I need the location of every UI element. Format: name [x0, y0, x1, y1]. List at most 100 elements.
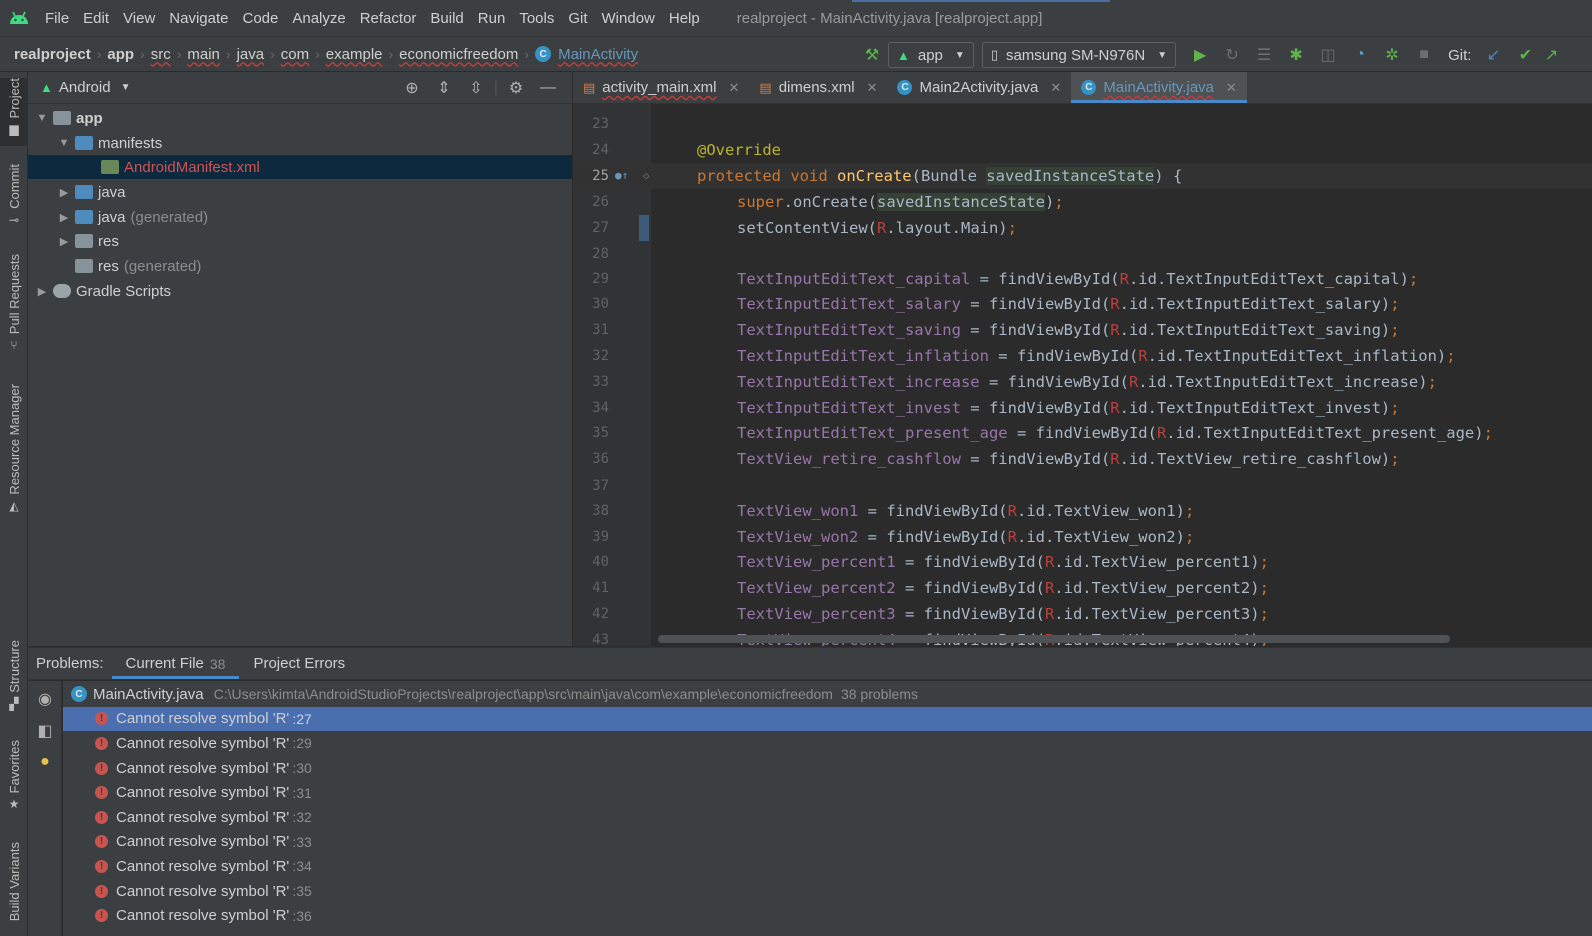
menu-file[interactable]: File	[38, 10, 76, 27]
lightbulb-icon[interactable]: ●	[28, 753, 62, 771]
problem-row[interactable]: ! Cannot resolve symbol 'R':34	[63, 854, 1592, 879]
fold-marker-icon[interactable]: ◇	[643, 169, 650, 182]
run-play-icon[interactable]: ▶	[1184, 37, 1216, 73]
problem-row[interactable]: ! Cannot resolve symbol 'R':29	[63, 731, 1592, 756]
menu-help[interactable]: Help	[662, 10, 707, 27]
apply-code-changes-icon[interactable]: ☰	[1248, 37, 1280, 73]
code-token: )	[1436, 347, 1447, 366]
chevron-right-icon[interactable]: ▶	[34, 285, 50, 298]
breadcrumb-src[interactable]: src	[147, 46, 175, 63]
tree-item-app[interactable]: ▼ app	[28, 106, 572, 130]
close-icon[interactable]: ✕	[1226, 80, 1237, 96]
tab-mainactivity-java[interactable]: C MainActivity.java ✕	[1071, 72, 1247, 103]
expand-all-icon[interactable]: ⇕	[428, 78, 460, 98]
git-update-icon[interactable]: ↙	[1477, 37, 1509, 73]
tree-item-res-generated[interactable]: res (generated)	[28, 254, 572, 278]
chevron-down-icon[interactable]: ▼	[56, 137, 72, 149]
eye-icon[interactable]: ◉	[28, 689, 62, 709]
device-select[interactable]: ▯ samsung SM-N976N ▼	[981, 42, 1177, 68]
unresolved-symbol: R	[1156, 424, 1167, 443]
git-commit-check-icon[interactable]: ✔	[1509, 37, 1541, 73]
tab-dimens-xml[interactable]: ▤ dimens.xml ✕	[749, 72, 887, 103]
tree-item-java-generated[interactable]: ▶ java (generated)	[28, 205, 572, 229]
breadcrumb-module[interactable]: app	[103, 46, 138, 63]
tool-tab-structure[interactable]: Structure ▞	[0, 640, 28, 720]
tree-item-androidmanifest[interactable]: AndroidManifest.xml	[28, 155, 572, 179]
close-icon[interactable]: ✕	[1050, 80, 1061, 96]
hammer-build-icon[interactable]: ⚒	[856, 37, 888, 73]
tool-tab-project[interactable]: Project ▆	[0, 78, 28, 146]
problem-row[interactable]: ! Cannot resolve symbol 'R':36	[63, 903, 1592, 928]
parameter: savedInstanceState	[986, 166, 1155, 185]
problems-tab-bar: Problems: Current File 38 Project Errors	[28, 647, 1592, 680]
attach-debugger-icon[interactable]: ✲	[1376, 37, 1408, 73]
preview-panel-icon[interactable]: ◧	[28, 721, 62, 741]
menu-edit[interactable]: Edit	[76, 10, 116, 27]
override-marker-icon[interactable]: ●↑	[615, 169, 628, 182]
tree-item-res[interactable]: ▶ res	[28, 229, 572, 253]
close-icon[interactable]: ✕	[729, 80, 740, 96]
chevron-down-icon[interactable]: ▼	[34, 112, 50, 124]
run-config-select[interactable]: ▲ app ▼	[888, 42, 974, 68]
problem-message: Cannot resolve symbol 'R'	[116, 882, 290, 900]
breadcrumb-package[interactable]: economicfreedom	[395, 46, 522, 63]
menu-analyze[interactable]: Analyze	[285, 10, 352, 27]
menu-tools[interactable]: Tools	[512, 10, 561, 27]
git-push-icon[interactable]: ↗	[1541, 37, 1561, 73]
gear-icon[interactable]: ⚙	[500, 78, 532, 98]
problem-row[interactable]: ! Cannot resolve symbol 'R':30	[63, 756, 1592, 781]
problem-row[interactable]: ! Cannot resolve symbol 'R':31	[63, 780, 1592, 805]
code-token: ;	[1184, 527, 1195, 546]
problem-row[interactable]: ! Cannot resolve symbol 'R':27	[63, 706, 1592, 732]
tool-tab-favorites[interactable]: Favorites ★	[0, 740, 28, 820]
menu-navigate[interactable]: Navigate	[162, 10, 235, 27]
locate-target-icon[interactable]: ⊕	[396, 78, 428, 98]
stop-icon[interactable]: ■	[1408, 37, 1440, 73]
breadcrumb-example[interactable]: example	[322, 46, 387, 63]
problem-row[interactable]: ! Cannot resolve symbol 'R':32	[63, 805, 1592, 830]
chevron-right-icon[interactable]: ▶	[56, 186, 72, 199]
error-icon: !	[95, 736, 108, 750]
minimize-icon[interactable]: —	[532, 79, 564, 97]
tool-tab-build-variants[interactable]: Build Variants	[0, 842, 28, 936]
tool-tab-resource-manager[interactable]: Resource Manager ◭	[0, 384, 28, 522]
tab-project-errors[interactable]: Project Errors	[239, 648, 359, 679]
chevron-right-icon[interactable]: ▶	[56, 235, 72, 248]
problem-row[interactable]: ! Cannot resolve symbol 'R':33	[63, 830, 1592, 855]
menu-refactor[interactable]: Refactor	[353, 10, 424, 27]
apply-changes-icon[interactable]: ↻	[1216, 37, 1248, 73]
menu-window[interactable]: Window	[595, 10, 662, 27]
tool-tab-pull-requests[interactable]: Pull Requests ⑂	[0, 254, 28, 358]
code-text: TextView_won2 = findViewById(R.id.TextVi…	[737, 528, 1194, 546]
tool-tab-commit[interactable]: Commit ⊸	[0, 164, 28, 232]
tree-item-java[interactable]: ▶ java	[28, 180, 572, 204]
menu-git[interactable]: Git	[561, 10, 594, 27]
tree-item-manifests[interactable]: ▼ manifests	[28, 131, 572, 155]
tab-main2activity-java[interactable]: C Main2Activity.java ✕	[887, 72, 1071, 103]
breadcrumb-class[interactable]: MainActivity	[554, 46, 642, 63]
problem-file-row[interactable]: C MainActivity.java C:\Users\kimta\Andro…	[63, 682, 1592, 707]
field-name: TextInputEditText_present_age	[737, 424, 1008, 443]
breadcrumb-com[interactable]: com	[277, 46, 313, 63]
chevron-right-icon[interactable]: ▶	[56, 211, 72, 224]
menu-code[interactable]: Code	[235, 10, 285, 27]
horizontal-scrollbar[interactable]	[658, 635, 1450, 643]
breadcrumb-project[interactable]: realproject	[10, 46, 95, 63]
close-icon[interactable]: ✕	[867, 80, 878, 96]
tab-current-file[interactable]: Current File 38	[111, 648, 240, 679]
menu-view[interactable]: View	[116, 10, 162, 27]
breadcrumb-java[interactable]: java	[233, 46, 269, 63]
debug-bug-icon[interactable]: ✱	[1280, 37, 1312, 73]
coverage-icon[interactable]: ◫	[1312, 37, 1344, 73]
profiler-gauge-icon[interactable]: ◔	[1344, 37, 1376, 73]
collapse-all-icon[interactable]: ⇳	[460, 78, 492, 98]
code-editor[interactable]: 23 24 @Override 25 ●↑ ◇ protected void o…	[573, 104, 1592, 646]
menu-build[interactable]: Build	[423, 10, 470, 27]
tab-activity-main-xml[interactable]: ▤ activity_main.xml ✕	[573, 72, 749, 103]
menu-run[interactable]: Run	[471, 10, 513, 27]
problem-row[interactable]: ! Cannot resolve symbol 'R':35	[63, 879, 1592, 904]
tree-item-gradle-scripts[interactable]: ▶ Gradle Scripts	[28, 279, 572, 303]
breadcrumb-main[interactable]: main	[183, 46, 224, 63]
code-line: 39 TextView_won2 = findViewById(R.id.Text…	[573, 524, 1592, 550]
project-view-select[interactable]: ▲ Android ▼	[28, 79, 130, 96]
